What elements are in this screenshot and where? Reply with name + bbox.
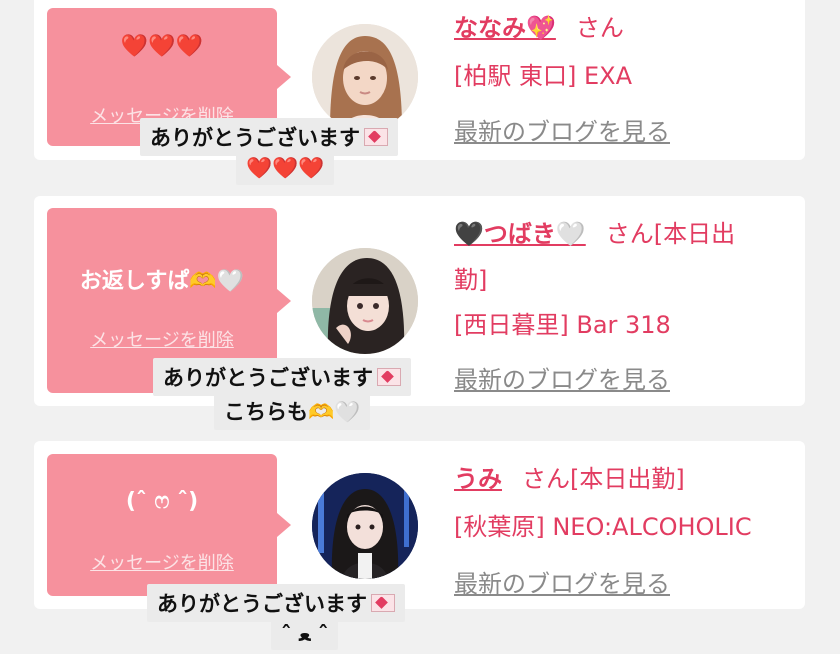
shop-info-continued: 勤] — [454, 266, 488, 294]
honorific: さん — [575, 14, 624, 42]
reply-tooltip-second-line: ❤️❤️❤️ — [236, 152, 335, 185]
avatar[interactable] — [312, 248, 418, 354]
delete-message-link[interactable]: メッセージを削除 — [47, 326, 277, 352]
cast-name-link[interactable]: うみ — [454, 465, 502, 493]
message-text: ❤️❤️❤️ — [120, 34, 204, 59]
tooltip-line: ありがとうございます — [157, 592, 367, 616]
tooltip-line: ❤️❤️❤️ — [246, 156, 325, 180]
latest-blog-link[interactable]: 最新のブログを見る — [454, 360, 670, 395]
shop-info: [柏駅 東口] EXA — [454, 62, 633, 90]
message-text: お返しすぱ🫶🤍 — [79, 269, 245, 294]
tooltip-line: こちらも🫶🤍 — [224, 400, 361, 424]
latest-blog-link[interactable]: 最新のブログを見る — [454, 112, 670, 147]
avatar[interactable] — [312, 473, 418, 579]
tooltip-line: ありがとうございます — [163, 366, 373, 390]
reply-tooltip-second-line: こちらも🫶🤍 — [214, 392, 371, 430]
cast-name-link[interactable]: 🖤つばき🤍 — [454, 220, 586, 248]
shop-info: [秋葉原] NEO:ALCOHOLIC — [454, 513, 752, 541]
avatar[interactable] — [312, 24, 418, 130]
message-bubble: (ˆ ෆ ˆ) メッセージを削除 — [47, 454, 291, 596]
tooltip-line: ありがとうございます — [150, 126, 360, 150]
envelope-heart-icon — [371, 594, 395, 612]
reply-tooltip: ありがとうございます — [147, 584, 405, 622]
name-row: うみ さん[本日出勤] — [454, 459, 685, 494]
honorific: さん[本日出勤] — [522, 465, 685, 493]
tooltip-line: ˆ ﻌ ˆ — [281, 622, 329, 646]
message-card: お返しすぱ🫶🤍 メッセージを削除 🖤つばき🤍 さん[本日出 勤] [西日暮里] B… — [34, 196, 805, 406]
cast-name-link[interactable]: ななみ💖 — [454, 14, 556, 42]
envelope-heart-icon — [377, 368, 401, 386]
reply-tooltip: ありがとうございます — [153, 358, 411, 396]
reply-tooltip: ありがとうございます — [140, 118, 398, 156]
envelope-heart-icon — [364, 128, 388, 146]
message-text: (ˆ ෆ ˆ) — [125, 489, 199, 514]
name-row: 🖤つばき🤍 さん[本日出 — [454, 214, 735, 249]
reply-tooltip-second-line: ˆ ﻌ ˆ — [271, 618, 339, 650]
name-row: ななみ💖 さん — [454, 8, 624, 43]
honorific: さん[本日出 — [605, 220, 736, 248]
delete-message-link[interactable]: メッセージを削除 — [47, 549, 277, 575]
shop-info: [西日暮里] Bar 318 — [454, 311, 671, 339]
latest-blog-link[interactable]: 最新のブログを見る — [454, 564, 670, 599]
